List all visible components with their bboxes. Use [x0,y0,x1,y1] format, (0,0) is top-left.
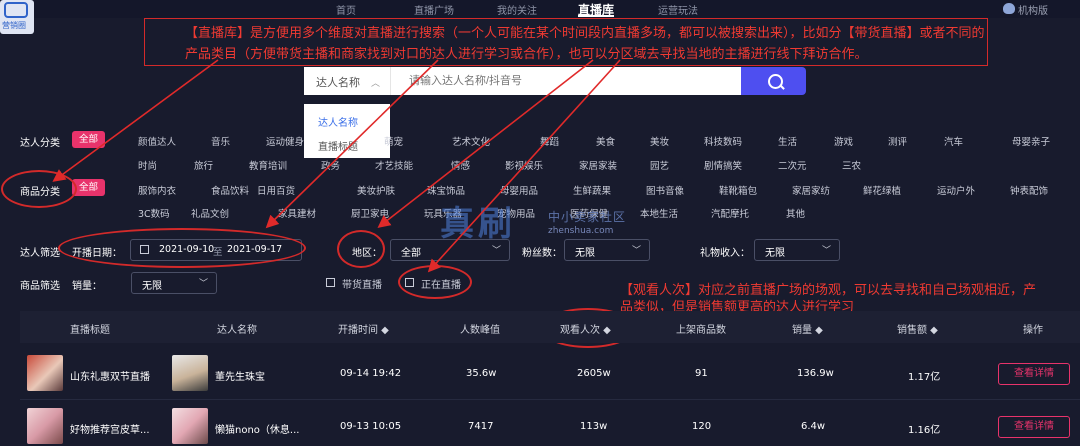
col-live-title: 直播标题 [70,325,110,336]
col-revenue[interactable]: 销售额 ◆ [897,321,938,336]
live-title[interactable]: 山东礼惠双节直播 [70,368,150,383]
col-goods-count: 上架商品数 [676,325,726,336]
talent-avatar[interactable] [172,355,208,391]
col-peak-viewers: 人数峰值 [460,325,500,336]
col-sales[interactable]: 销量 ◆ [792,321,823,336]
live-cover-thumbnail[interactable] [27,408,63,444]
view-details-button[interactable]: 查看详情 [998,363,1070,385]
arrow-to-product-category [52,59,219,182]
goods-count: 120 [692,421,712,432]
views: 2605w [577,368,611,379]
live-title[interactable]: 好物推荐宫皮草... [70,421,150,436]
talent-name[interactable]: 懒猫nono（休息... [215,421,299,436]
peak-viewers: 35.6w [466,368,497,379]
col-views[interactable]: 观看人次 ◆ [560,321,611,336]
col-actions: 操作 [1023,325,1043,336]
talent-avatar[interactable] [172,408,208,444]
sales: 136.9w [797,368,834,379]
start-time: 09-14 19:42 [340,368,402,379]
view-details-button[interactable]: 查看详情 [998,416,1070,438]
col-start-time[interactable]: 开播时间 ◆ [338,321,389,336]
views: 113w [580,421,608,432]
start-time: 09-13 10:05 [340,421,402,432]
revenue: 1.17亿 [908,372,941,383]
col-talent-name: 达人名称 [217,325,257,336]
live-cover-thumbnail[interactable] [27,355,63,391]
revenue: 1.16亿 [908,425,941,436]
peak-viewers: 7417 [468,421,494,432]
row-divider [20,399,1080,400]
sales: 6.4w [801,421,826,432]
goods-count: 91 [695,368,708,379]
talent-name[interactable]: 董先生珠宝 [215,368,265,383]
